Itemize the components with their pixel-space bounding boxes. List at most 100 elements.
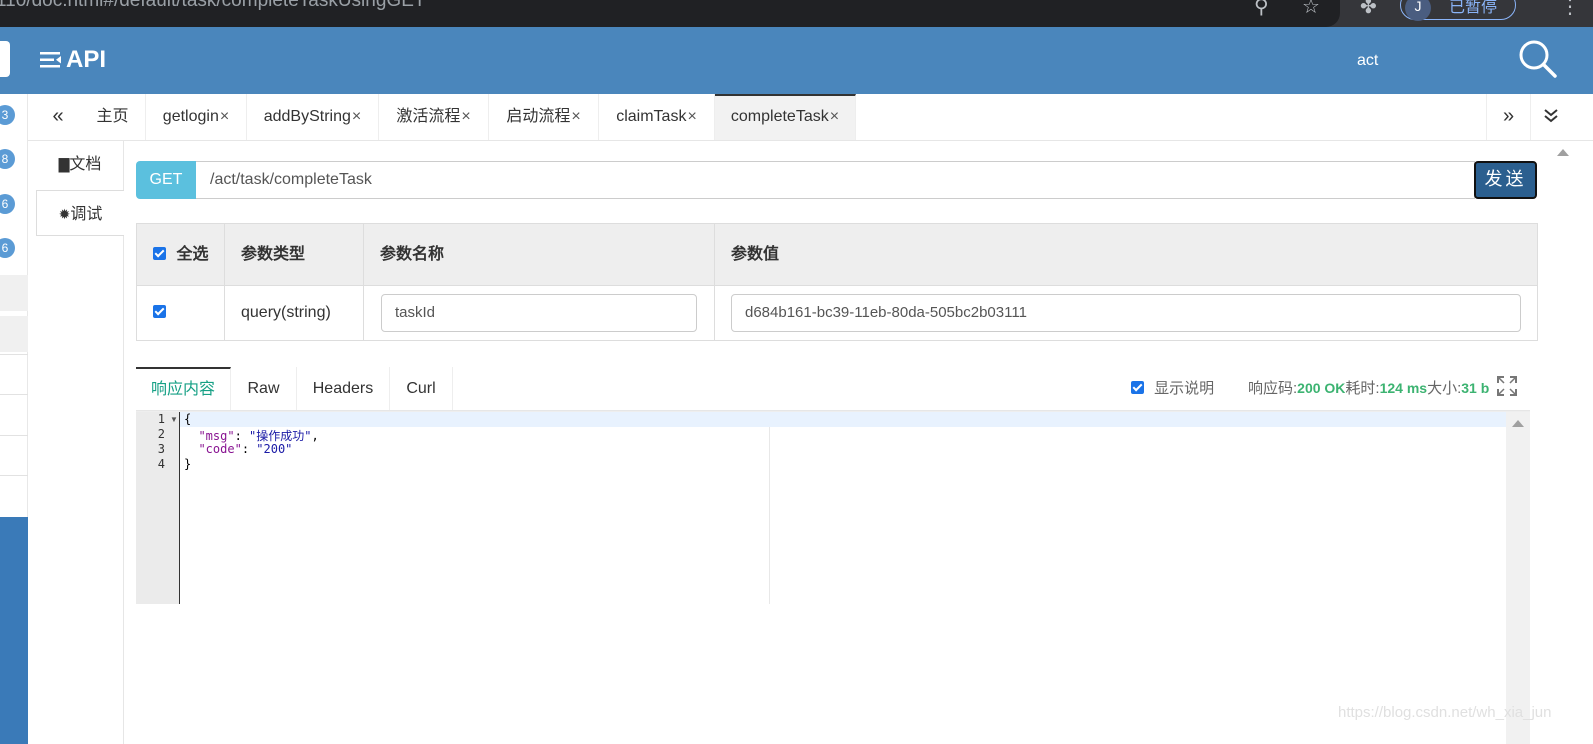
column-header-value: 参数值 (731, 246, 780, 263)
line-number: 1 (157, 412, 165, 426)
status-label: 响应码: (1248, 380, 1298, 397)
active-line-highlight (180, 412, 1530, 427)
tab-scroll-left-button[interactable]: « (36, 94, 80, 140)
sidebar-item[interactable] (0, 275, 28, 311)
sidebar-count-badge: 6 (0, 194, 15, 214)
double-chevron-down-icon (1543, 109, 1558, 123)
http-method-badge: GET (136, 161, 196, 199)
sidebar-active-item[interactable] (0, 517, 28, 744)
tab-completetask[interactable]: completeTask× (715, 94, 856, 140)
address-text: 110/doc.html#/default/task/completeTaskU… (0, 0, 426, 11)
send-button[interactable]: 发送 (1474, 161, 1537, 199)
row-check-cell (137, 286, 225, 340)
bug-icon: ✹ (58, 206, 71, 222)
param-type: query(string) (225, 286, 364, 340)
tab-claimtask[interactable]: claimTask× (599, 94, 715, 140)
app-header: API act (0, 27, 1593, 94)
doc-tab[interactable]: ▇文档 (36, 141, 124, 187)
fullscreen-icon[interactable] (1497, 376, 1517, 396)
scroll-up-arrow-icon[interactable] (1557, 148, 1569, 156)
editor-scrollbar[interactable] (1506, 412, 1530, 744)
sidebar-count-badge: 8 (0, 149, 15, 169)
request-url-input[interactable]: /act/task/completeTask (196, 161, 1475, 199)
watermark: https://blog.csdn.net/wh_xia_jun (1338, 704, 1552, 721)
sidebar-divider (0, 475, 28, 476)
tab-close-icon[interactable]: × (352, 108, 361, 125)
tab-response-content[interactable]: 响应内容 (136, 367, 231, 411)
group-select[interactable] (0, 41, 10, 77)
tab-scroll-right-button[interactable]: » (1486, 94, 1530, 140)
tab-label: 激活流程 (396, 108, 461, 125)
tab-bar: « 主页 getlogin× addByString× 激活流程× 启动流程× … (28, 94, 1593, 141)
table-row: query(string) taskId d684b161-bc39-11eb-… (137, 286, 1537, 340)
tab-raw[interactable]: Raw (231, 367, 297, 411)
time-label: 耗时: (1345, 380, 1380, 397)
extensions-icon[interactable]: ✤ (1360, 0, 1377, 19)
tab-label: completeTask (730, 108, 829, 125)
sidebar: 3 8 6 6 (0, 94, 28, 744)
show-description-toggle[interactable]: 显示说明 (1131, 377, 1214, 398)
profile-button[interactable]: J 已暂停 (1400, 0, 1516, 21)
column-header-type: 参数类型 (225, 224, 364, 285)
sidebar-count-badge: 6 (0, 238, 15, 258)
line-number: 4 (157, 457, 165, 471)
tab-getlogin[interactable]: getlogin× (146, 94, 247, 140)
tab-close-icon[interactable]: × (830, 108, 839, 125)
tab-label: getlogin (162, 108, 219, 125)
sidebar-divider (0, 394, 28, 395)
tab-start-process[interactable]: 启动流程× (489, 94, 599, 140)
address-bar[interactable]: 110/doc.html#/default/task/completeTaskU… (0, 0, 1340, 27)
select-all-checkbox[interactable] (153, 247, 166, 260)
browser-toolbar: 110/doc.html#/default/task/completeTaskU… (0, 0, 1593, 27)
tab-label: 启动流程 (506, 108, 571, 125)
sidebar-divider (0, 354, 28, 355)
table-header-row: 全选 参数类型 参数名称 参数值 (137, 224, 1537, 286)
size-label: 大小: (1427, 380, 1462, 397)
response-editor[interactable]: 1 ▼ 2 3 4 { "msg": "操作成功", "code": "200"… (136, 411, 1530, 604)
response-size: 31 b (1461, 380, 1490, 396)
debug-tab[interactable]: ✹调试 (36, 190, 124, 236)
tab-close-icon[interactable]: × (220, 108, 229, 125)
param-name-input[interactable]: taskId (381, 294, 697, 332)
bookmark-star-icon[interactable]: ☆ (1302, 0, 1320, 19)
more-menu-icon[interactable]: ⋮ (1560, 0, 1580, 19)
line-number: 2 (157, 427, 165, 441)
param-value-input[interactable]: d684b161-bc39-11eb-80da-505bc2b03111 (731, 294, 1521, 332)
tab-close-icon[interactable]: × (687, 108, 696, 125)
app-title: API (66, 46, 107, 73)
search-icon[interactable] (1518, 39, 1558, 79)
sidebar-item[interactable] (0, 316, 28, 352)
show-description-checkbox[interactable] (1131, 381, 1144, 394)
fold-arrow-icon[interactable]: ▼ (170, 415, 178, 424)
tab-headers[interactable]: Headers (297, 367, 390, 411)
tab-label: claimTask (616, 108, 687, 125)
response-time: 124 ms (1379, 380, 1428, 396)
page-scrollbar[interactable] (1553, 141, 1593, 744)
tab-home[interactable]: 主页 (80, 94, 146, 140)
menu-toggle-icon[interactable] (40, 51, 62, 69)
tab-curl[interactable]: Curl (390, 367, 453, 411)
search-icon[interactable]: ⚲ (1254, 0, 1269, 19)
doc-tab-label: 文档 (69, 156, 102, 173)
tab-label: 主页 (96, 108, 129, 125)
tab-activate-process[interactable]: 激活流程× (379, 94, 489, 140)
current-user[interactable]: act (1357, 52, 1378, 70)
code-line: "code": "200" (198, 442, 293, 456)
tab-close-icon[interactable]: × (461, 108, 470, 125)
tab-label: addByString (263, 108, 351, 125)
doc-debug-menu: ▇文档 ✹调试 (28, 141, 124, 744)
code-line: } (184, 457, 192, 471)
params-table: 全选 参数类型 参数名称 参数值 query(string) taskId d6… (136, 223, 1538, 341)
tab-close-icon[interactable]: × (571, 108, 580, 125)
app-logo: API (40, 46, 106, 74)
tab-menu-button[interactable] (1530, 94, 1570, 140)
tab-addbystring[interactable]: addByString× (247, 94, 379, 140)
response-meta: 响应码:200 OK耗时:124 ms大小:31 b (1248, 377, 1489, 398)
scroll-up-arrow-icon[interactable] (1512, 419, 1524, 427)
code-line: { (184, 412, 192, 426)
show-description-label: 显示说明 (1154, 380, 1215, 397)
select-all-label: 全选 (176, 246, 209, 263)
row-checkbox[interactable] (153, 305, 166, 318)
param-name-cell: taskId (364, 286, 715, 340)
line-number: 3 (157, 442, 165, 456)
